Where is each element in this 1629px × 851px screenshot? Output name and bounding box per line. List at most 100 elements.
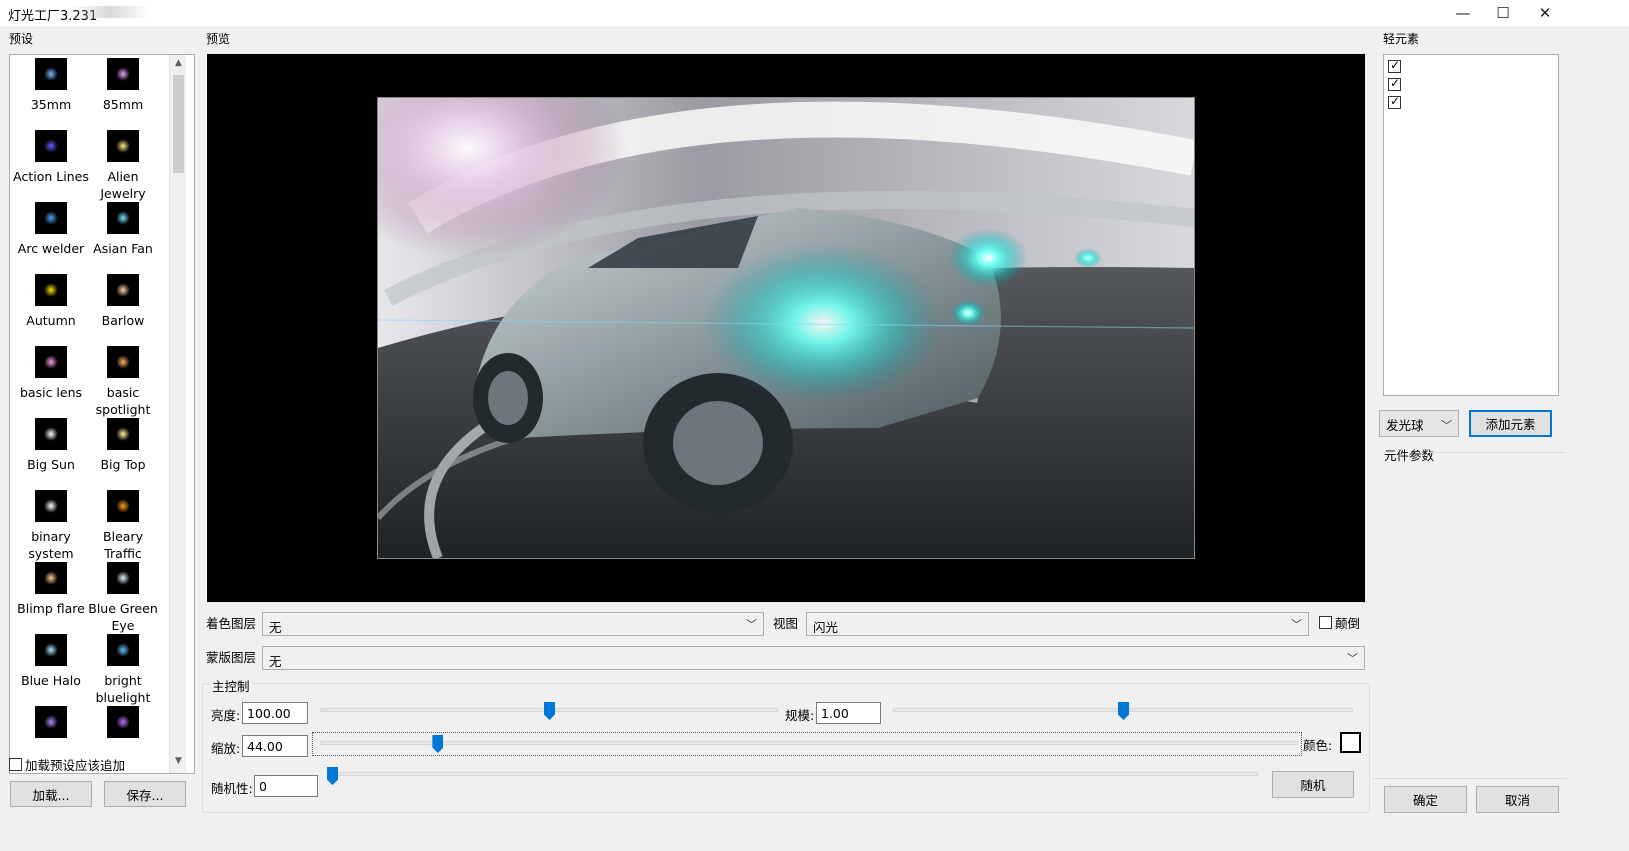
chevron-down-icon: ﹀ bbox=[1291, 618, 1302, 631]
preset-thumbnail bbox=[35, 490, 67, 522]
preset-item[interactable]: basic lens bbox=[12, 343, 90, 401]
preset-item[interactable]: Barlow bbox=[84, 271, 162, 329]
zoom-label: 缩放: bbox=[211, 741, 241, 756]
chevron-down-icon: ﹀ bbox=[746, 618, 757, 631]
element-checkbox[interactable] bbox=[1388, 76, 1401, 91]
add-element-button[interactable]: 添加元素 bbox=[1469, 410, 1552, 437]
preview-label: 预览 bbox=[206, 32, 231, 46]
preset-thumbnail bbox=[35, 274, 67, 306]
preset-thumbnail bbox=[107, 562, 139, 594]
preset-label: Bleary Traffic bbox=[103, 529, 143, 561]
element-item[interactable] bbox=[1388, 58, 1401, 73]
append-preset-checkbox[interactable] bbox=[9, 758, 22, 771]
preset-label: Barlow bbox=[101, 313, 145, 328]
preset-item[interactable]: Blue Green Eye bbox=[84, 559, 162, 634]
preset-item[interactable]: 85mm bbox=[84, 55, 162, 113]
append-preset-label: 加载预设应该追加 bbox=[25, 758, 126, 773]
preset-item[interactable]: Asian Fan bbox=[84, 199, 162, 257]
scale-input[interactable]: 1.00 bbox=[816, 702, 881, 724]
color-layer-value: 无 bbox=[269, 620, 282, 635]
preset-label: 35mm bbox=[30, 97, 72, 112]
element-type-select[interactable]: 发光球 ﹀ bbox=[1379, 410, 1459, 437]
view-value: 闪光 bbox=[813, 620, 839, 635]
preset-item[interactable]: 35mm bbox=[12, 55, 90, 113]
zoom-input[interactable]: 44.00 bbox=[242, 735, 308, 757]
main-control-label: 主控制 bbox=[210, 676, 252, 695]
mask-layer-select[interactable]: 无 ﹀ bbox=[262, 646, 1365, 670]
zoom-slider-track[interactable] bbox=[320, 741, 1298, 745]
save-button[interactable]: 保存... bbox=[104, 781, 186, 807]
preset-item[interactable]: Big Top bbox=[84, 415, 162, 473]
preset-item[interactable]: basic spotlight bbox=[84, 343, 162, 418]
cancel-button[interactable]: 取消 bbox=[1476, 786, 1559, 813]
mask-layer-label: 蒙版图层 bbox=[206, 650, 257, 665]
preset-thumbnail bbox=[107, 706, 139, 738]
elements-label: 轻元素 bbox=[1383, 32, 1420, 46]
brightness-input[interactable]: 100.00 bbox=[242, 702, 308, 724]
preset-item[interactable]: Blimp flare bbox=[12, 559, 90, 617]
color-swatch[interactable] bbox=[1340, 732, 1361, 753]
presets-list[interactable]: 35mm 85mm Action Lines Alien Jewelry Arc wel… bbox=[9, 54, 195, 774]
preset-item[interactable]: binary system bbox=[12, 487, 90, 562]
preset-thumbnail bbox=[35, 418, 67, 450]
preset-item[interactable] bbox=[12, 703, 90, 744]
element-checkbox[interactable] bbox=[1388, 94, 1401, 109]
view-select[interactable]: 闪光 ﹀ bbox=[806, 612, 1309, 636]
preset-label: binary system bbox=[28, 529, 74, 561]
preset-label: Action Lines bbox=[13, 169, 89, 184]
preset-item[interactable]: Big Sun bbox=[12, 415, 90, 473]
scale-label: 规模: bbox=[785, 708, 815, 723]
presets-scrollbar[interactable]: ▲ ▼ bbox=[169, 55, 186, 773]
preset-thumbnail bbox=[35, 706, 67, 738]
scroll-down-icon[interactable]: ▼ bbox=[173, 756, 184, 770]
view-label: 视图 bbox=[773, 616, 799, 631]
maximize-icon[interactable]: ☐ bbox=[1480, 0, 1526, 26]
preset-label: Arc welder bbox=[17, 241, 85, 256]
preset-item[interactable]: Alien Jewelry bbox=[84, 127, 162, 202]
preset-item[interactable]: Arc welder bbox=[12, 199, 90, 257]
append-preset-option[interactable]: 加载预设应该追加 bbox=[9, 755, 125, 774]
brightness-label: 亮度: bbox=[211, 708, 241, 723]
color-layer-select[interactable]: 无 ﹀ bbox=[262, 612, 764, 636]
ok-button[interactable]: 确定 bbox=[1384, 786, 1467, 813]
element-params-label: 元件参数 bbox=[1384, 448, 1435, 463]
car-scene-image bbox=[378, 98, 1194, 558]
preset-label: Autumn bbox=[26, 313, 76, 328]
preset-item[interactable] bbox=[84, 703, 162, 744]
mask-layer-value: 无 bbox=[269, 654, 282, 669]
preset-thumbnail bbox=[35, 562, 67, 594]
scroll-up-icon[interactable]: ▲ bbox=[173, 58, 184, 72]
flip-option[interactable]: 颠倒 bbox=[1319, 613, 1360, 632]
element-checkbox[interactable] bbox=[1388, 58, 1401, 73]
scrollbar-thumb[interactable] bbox=[173, 75, 184, 173]
randomness-label: 随机性: bbox=[211, 781, 253, 796]
flip-checkbox[interactable] bbox=[1319, 616, 1332, 629]
element-item[interactable] bbox=[1388, 76, 1401, 91]
preset-thumbnail bbox=[35, 58, 67, 90]
close-icon[interactable]: ✕ bbox=[1522, 0, 1568, 26]
random-button[interactable]: 随机 bbox=[1272, 771, 1354, 798]
element-type-value: 发光球 bbox=[1386, 418, 1424, 433]
preset-item[interactable]: Action Lines bbox=[12, 127, 90, 185]
preset-thumbnail bbox=[107, 202, 139, 234]
preset-item[interactable]: Autumn bbox=[12, 271, 90, 329]
preset-thumbnail bbox=[107, 634, 139, 666]
randomness-slider-track[interactable] bbox=[332, 772, 1258, 776]
color-label: 颜色: bbox=[1303, 738, 1333, 753]
preset-label: Blue Halo bbox=[21, 673, 81, 688]
preset-item[interactable]: Blue Halo bbox=[12, 631, 90, 689]
preset-item[interactable]: bright bluelight bbox=[84, 631, 162, 706]
preset-label: basic spotlight bbox=[95, 385, 151, 417]
preset-thumbnail bbox=[107, 418, 139, 450]
params-divider bbox=[1426, 452, 1566, 453]
preset-label: bright bluelight bbox=[95, 673, 151, 705]
element-item[interactable] bbox=[1388, 94, 1401, 109]
randomness-input[interactable]: 0 bbox=[254, 775, 318, 797]
preset-label: Alien Jewelry bbox=[100, 169, 146, 201]
chevron-down-icon: ﹀ bbox=[1347, 652, 1358, 665]
color-layer-label: 着色图层 bbox=[206, 616, 257, 631]
elements-list[interactable] bbox=[1383, 54, 1559, 396]
load-button[interactable]: 加载... bbox=[10, 781, 92, 807]
preset-item[interactable]: Bleary Traffic bbox=[84, 487, 162, 562]
title-smudge bbox=[70, 6, 150, 18]
